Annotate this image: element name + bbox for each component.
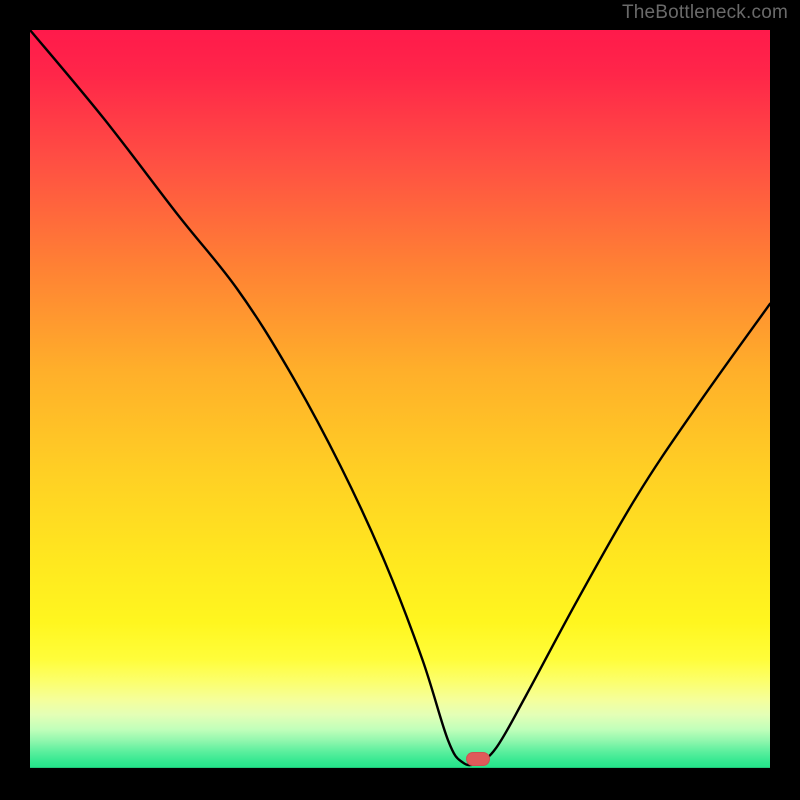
- plot-area: [30, 30, 770, 770]
- optimal-marker: [466, 752, 490, 766]
- chart-container: TheBottleneck.com: [0, 0, 800, 800]
- watermark-text: TheBottleneck.com: [622, 2, 788, 24]
- bottleneck-curve: [30, 30, 770, 770]
